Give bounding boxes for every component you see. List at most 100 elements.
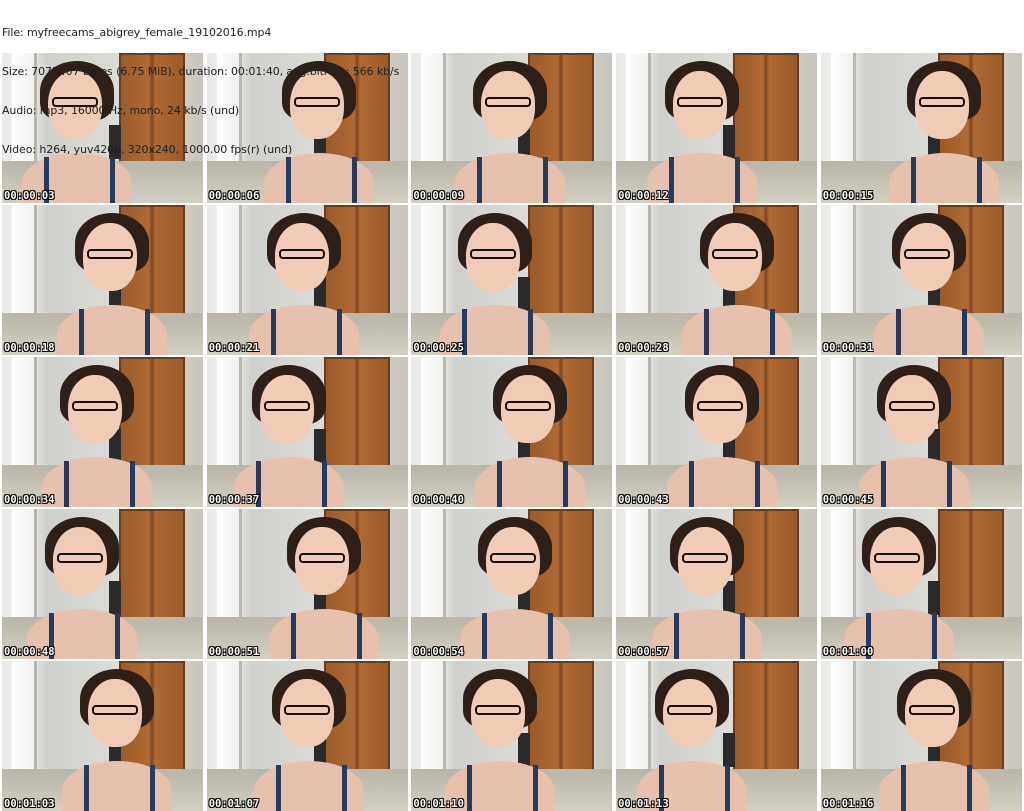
file-size-info: Size: 7073407 bytes (6.75 MiB), duration… (2, 65, 400, 78)
top-strap (145, 309, 150, 355)
video-thumbnail: 00:01:16 (820, 661, 1022, 811)
person (17, 205, 203, 355)
top-strap (130, 461, 135, 507)
timestamp: 00:00:51 (208, 646, 260, 658)
timestamp: 00:00:45 (822, 494, 874, 506)
person (435, 357, 612, 507)
video-thumbnail: 00:00:12 (616, 53, 818, 203)
top-strap (336, 309, 342, 355)
glasses (263, 401, 310, 411)
person (627, 357, 817, 507)
video-thumbnail: 00:00:25 (411, 205, 613, 355)
glasses (485, 97, 532, 107)
person-body (253, 761, 364, 811)
timestamp: 00:00:21 (208, 342, 260, 354)
timestamp: 00:00:48 (4, 646, 55, 658)
top-strap (528, 309, 534, 355)
glasses (475, 705, 522, 715)
person (22, 661, 203, 811)
top-strap (275, 765, 281, 811)
video-thumbnail: 00:00:48 (2, 509, 203, 659)
video-thumbnail: 00:00:40 (411, 357, 613, 507)
glasses (278, 249, 325, 259)
glasses (908, 705, 955, 715)
glasses (682, 553, 729, 563)
timestamp: 00:00:54 (413, 646, 464, 658)
top-strap (740, 613, 746, 659)
timestamp: 00:01:00 (822, 646, 874, 658)
top-strap (497, 461, 503, 507)
top-strap (735, 157, 741, 203)
video-thumbnail: 00:00:31 (820, 205, 1022, 355)
top-strap (563, 461, 569, 507)
top-strap (150, 765, 155, 811)
timestamp: 00:00:18 (4, 342, 55, 354)
glasses (712, 249, 759, 259)
top-strap (115, 613, 120, 659)
timestamp: 00:00:43 (618, 494, 669, 506)
video-thumbnail: 00:01:00 (820, 509, 1022, 659)
person (415, 53, 612, 203)
person (229, 509, 408, 659)
person (839, 661, 1022, 811)
timestamp: 00:00:15 (822, 190, 874, 202)
glasses (92, 705, 138, 715)
person-body (667, 457, 778, 507)
audio-info: Audio: mp3, 16000 Hz, mono, 24 kb/s (und… (2, 104, 240, 117)
glasses (470, 249, 517, 259)
person-body (475, 457, 586, 507)
person-body (57, 305, 167, 355)
person-body (42, 457, 152, 507)
top-strap (669, 157, 675, 203)
video-thumbnail: 00:00:28 (616, 205, 818, 355)
top-strap (533, 765, 539, 811)
top-strap (674, 613, 680, 659)
timestamp: 00:00:28 (618, 342, 669, 354)
timestamp: 00:00:37 (208, 494, 260, 506)
top-strap (725, 765, 731, 811)
glasses (283, 705, 330, 715)
glasses (677, 97, 724, 107)
top-strap (321, 461, 327, 507)
top-strap (910, 157, 916, 203)
person (2, 357, 203, 507)
timestamp: 00:00:57 (618, 646, 669, 658)
person (207, 357, 395, 507)
video-thumbnail: 00:00:15 (820, 53, 1022, 203)
glasses (57, 553, 103, 563)
video-thumbnail: 00:00:57 (616, 509, 818, 659)
person-body (682, 305, 793, 355)
glasses (873, 553, 920, 563)
glasses (505, 401, 552, 411)
glasses (918, 97, 965, 107)
video-thumbnail: 00:01:10 (411, 661, 613, 811)
glasses (888, 401, 935, 411)
top-strap (64, 461, 69, 507)
person-body (878, 761, 989, 811)
top-strap (755, 461, 761, 507)
top-strap (84, 765, 89, 811)
person-body (248, 305, 359, 355)
glasses (903, 249, 950, 259)
glasses (490, 553, 537, 563)
person (2, 509, 188, 659)
person (834, 205, 1022, 355)
person (209, 205, 408, 355)
video-info: Video: h264, yuv420p, 320x240, 1000.00 f… (2, 143, 293, 156)
person-body (858, 457, 969, 507)
person (616, 661, 798, 811)
top-strap (356, 613, 362, 659)
top-strap (482, 613, 488, 659)
top-strap (543, 157, 549, 203)
file-name: File: myfreecams_abigrey_female_19102016… (2, 26, 272, 39)
person (849, 53, 1022, 203)
person (821, 357, 1020, 507)
timestamp: 00:01:13 (618, 798, 669, 810)
person (821, 509, 1005, 659)
top-strap (477, 157, 483, 203)
person-body (873, 305, 984, 355)
person-body (460, 609, 571, 659)
file-info-header: File: myfreecams_abigrey_female_19102016… (2, 0, 399, 169)
glasses (667, 705, 714, 715)
top-strap (966, 765, 972, 811)
